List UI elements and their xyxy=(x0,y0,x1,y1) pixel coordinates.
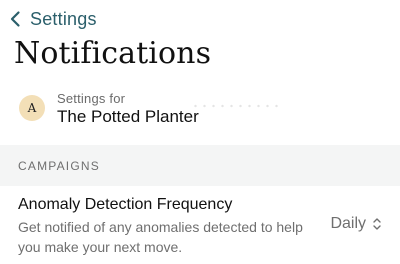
decorative-dots xyxy=(191,103,281,109)
back-navigation[interactable]: Settings xyxy=(6,6,97,32)
frequency-select[interactable]: Daily xyxy=(330,215,382,233)
shop-name: The Potted Planter xyxy=(57,106,199,126)
section-header-campaigns: CAMPAIGNS xyxy=(0,145,400,186)
section-header-label: CAMPAIGNS xyxy=(18,158,100,173)
page-title: Notifications xyxy=(14,36,212,71)
avatar-initial: A xyxy=(27,101,37,115)
frequency-value[interactable]: Daily xyxy=(330,215,366,233)
back-button-label[interactable]: Settings xyxy=(30,9,97,30)
anomaly-detection-frequency-row[interactable]: Anomaly Detection Frequency Get notified… xyxy=(0,186,400,264)
setting-description: Get notified of any anomalies detected t… xyxy=(18,219,303,255)
settings-for-label: Settings for xyxy=(57,91,126,107)
setting-text: Anomaly Detection Frequency Get notified… xyxy=(18,195,318,257)
chevron-left-icon[interactable] xyxy=(6,10,24,28)
shop-avatar: A xyxy=(19,95,45,121)
setting-title: Anomaly Detection Frequency xyxy=(18,196,233,213)
settings-for-text: Settings for The Potted Planter xyxy=(57,90,199,125)
chevron-up-down-icon[interactable] xyxy=(372,217,382,231)
